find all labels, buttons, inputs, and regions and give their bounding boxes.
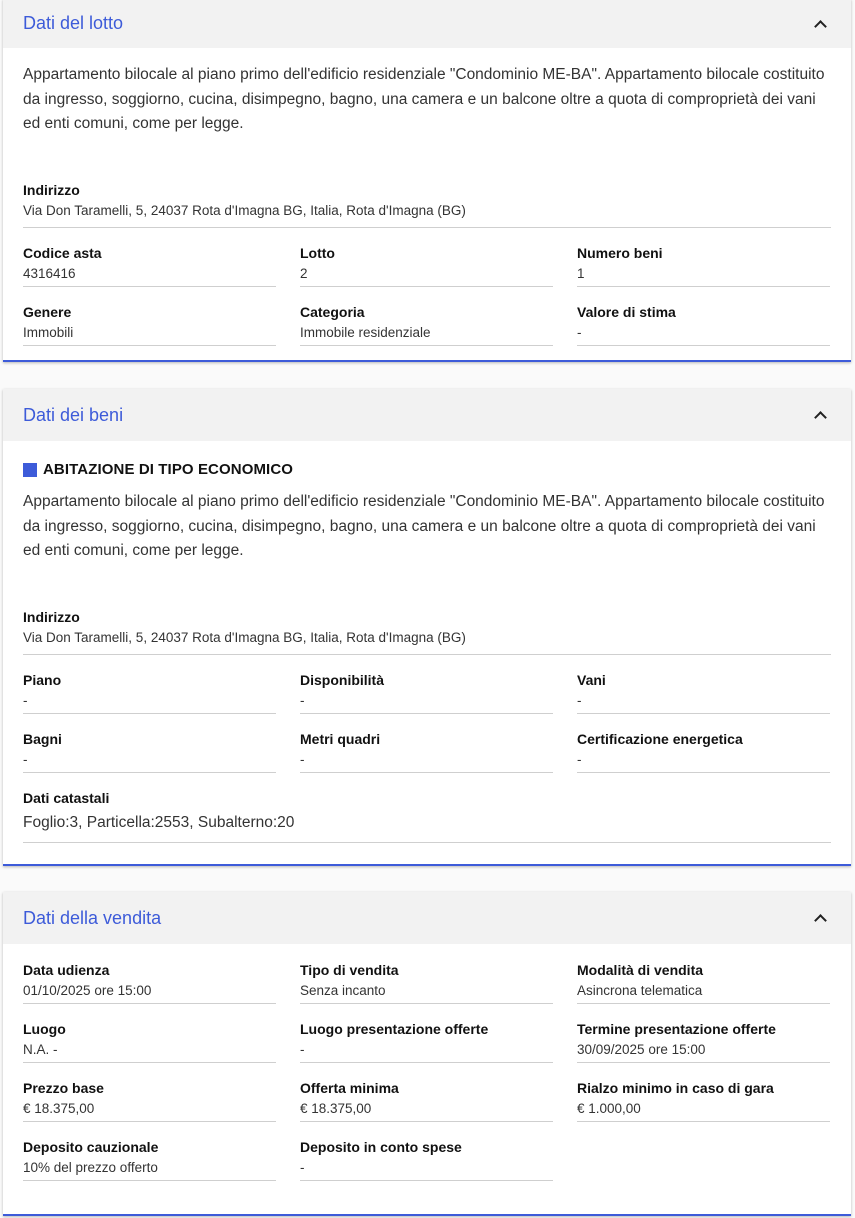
field-label: Modalità di vendita bbox=[577, 962, 704, 978]
field-termine-presentazione: Termine presentazione offerte 30/09/2025… bbox=[577, 1004, 830, 1063]
field-value: 4316416 bbox=[23, 266, 76, 281]
field-data-udienza: Data udienza 01/10/2025 ore 15:00 bbox=[23, 945, 276, 1004]
field-lotto: Lotto 2 bbox=[300, 228, 553, 287]
field-value: - bbox=[577, 752, 582, 767]
field-value: Asincrona telematica bbox=[577, 983, 703, 998]
field-label: Luogo presentazione offerte bbox=[300, 1021, 489, 1037]
field-value: - bbox=[300, 752, 305, 767]
field-value: Senza incanto bbox=[300, 983, 386, 998]
field-label: Numero beni bbox=[577, 245, 663, 261]
field-value: 01/10/2025 ore 15:00 bbox=[23, 983, 152, 998]
field-offerta-minima: Offerta minima € 18.375,00 bbox=[300, 1063, 553, 1122]
field-value: Via Don Taramelli, 5, 24037 Rota d'Imagn… bbox=[23, 203, 466, 218]
field-label: Lotto bbox=[300, 245, 335, 261]
vendita-fields-grid: Data udienza 01/10/2025 ore 15:00 Tipo d… bbox=[23, 945, 831, 1181]
field-value: - bbox=[577, 693, 582, 708]
field-label: Data udienza bbox=[23, 962, 110, 978]
field-value: Immobile residenziale bbox=[300, 325, 431, 340]
field-label: Bagni bbox=[23, 731, 62, 747]
field-genere: Genere Immobili bbox=[23, 287, 276, 346]
field-value: 30/09/2025 ore 15:00 bbox=[577, 1042, 706, 1057]
chevron-up-icon[interactable] bbox=[813, 911, 827, 925]
field-deposito-cauzionale: Deposito cauzionale 10% del prezzo offer… bbox=[23, 1122, 276, 1181]
field-value: Immobili bbox=[23, 325, 74, 340]
field-value: Foglio:3, Particella:2553, Subalterno:20 bbox=[23, 814, 295, 831]
field-label: Codice asta bbox=[23, 245, 102, 261]
field-value: 1 bbox=[577, 266, 585, 281]
bene-dati-catastali: Dati catastali Foglio:3, Particella:2553… bbox=[23, 773, 831, 843]
field-valore-stima: Valore di stima - bbox=[577, 287, 830, 346]
field-numero-beni: Numero beni 1 bbox=[577, 228, 830, 287]
field-value: - bbox=[300, 693, 305, 708]
field-value: € 18.375,00 bbox=[300, 1101, 372, 1116]
field-bagni: Bagni - bbox=[23, 714, 276, 773]
field-rialzo-minimo: Rialzo minimo in caso di gara € 1.000,00 bbox=[577, 1063, 830, 1122]
field-luogo: Luogo N.A. - bbox=[23, 1004, 276, 1063]
panel-header-dati-beni[interactable]: Dati dei beni bbox=[3, 389, 851, 441]
field-value: - bbox=[300, 1160, 305, 1175]
field-value: € 18.375,00 bbox=[23, 1101, 95, 1116]
field-prezzo-base: Prezzo base € 18.375,00 bbox=[23, 1063, 276, 1122]
lotto-fields-grid: Codice asta 4316416 Lotto 2 Numero beni … bbox=[23, 228, 831, 346]
field-value: - bbox=[577, 325, 582, 340]
panel-title: Dati dei beni bbox=[23, 404, 124, 425]
lotto-description: Appartamento bilocale al piano primo del… bbox=[23, 66, 825, 132]
field-luogo-presentazione: Luogo presentazione offerte - bbox=[300, 1004, 553, 1063]
panel-header-dati-lotto[interactable]: Dati del lotto bbox=[3, 0, 851, 48]
field-label: Categoria bbox=[300, 304, 365, 320]
field-label: Deposito in conto spese bbox=[300, 1139, 462, 1155]
field-label: Certificazione energetica bbox=[577, 731, 743, 747]
bene-description: Appartamento bilocale al piano primo del… bbox=[23, 493, 825, 559]
field-label: Metri quadri bbox=[300, 731, 381, 747]
field-label: Indirizzo bbox=[23, 182, 80, 198]
field-certificazione-energetica: Certificazione energetica - bbox=[577, 714, 830, 773]
field-piano: Piano - bbox=[23, 655, 276, 714]
field-deposito-conto-spese: Deposito in conto spese - bbox=[300, 1122, 553, 1181]
field-codice-asta: Codice asta 4316416 bbox=[23, 228, 276, 287]
field-value: - bbox=[23, 693, 28, 708]
field-value: - bbox=[300, 1042, 305, 1057]
field-vani: Vani - bbox=[577, 655, 830, 714]
field-label: Valore di stima bbox=[577, 304, 676, 320]
panel-title: Dati del lotto bbox=[23, 13, 124, 33]
bene-title: ABITAZIONE DI TIPO ECONOMICO bbox=[23, 461, 831, 478]
field-value: 2 bbox=[300, 266, 308, 281]
field-label: Tipo di vendita bbox=[300, 962, 399, 978]
field-label: Prezzo base bbox=[23, 1080, 104, 1096]
bene-title-text: ABITAZIONE DI TIPO ECONOMICO bbox=[43, 461, 294, 478]
field-label: Rialzo minimo in caso di gara bbox=[577, 1080, 774, 1096]
field-value: 10% del prezzo offerto bbox=[23, 1160, 158, 1175]
field-label: Offerta minima bbox=[300, 1080, 399, 1096]
field-label: Disponibilità bbox=[300, 672, 384, 688]
beni-fields-grid: Piano - Disponibilità - Vani - Bagni - M… bbox=[23, 655, 831, 773]
field-modalita-vendita: Modalità di vendita Asincrona telematica bbox=[577, 945, 830, 1004]
field-label: Deposito cauzionale bbox=[23, 1139, 159, 1155]
field-label: Termine presentazione offerte bbox=[577, 1021, 776, 1037]
panel-header-dati-vendita[interactable]: Dati della vendita bbox=[3, 892, 851, 944]
field-tipo-vendita: Tipo di vendita Senza incanto bbox=[300, 945, 553, 1004]
field-disponibilita: Disponibilità - bbox=[300, 655, 553, 714]
field-label: Luogo bbox=[23, 1021, 66, 1037]
chevron-up-icon[interactable] bbox=[813, 17, 827, 31]
field-label: Vani bbox=[577, 672, 606, 688]
field-label: Dati catastali bbox=[23, 790, 110, 806]
field-label: Piano bbox=[23, 672, 62, 688]
bene-square-icon bbox=[23, 462, 37, 477]
field-value: Via Don Taramelli, 5, 24037 Rota d'Imagn… bbox=[23, 630, 466, 645]
panel-dati-vendita: Dati della vendita Data udienza 01/10/20… bbox=[3, 892, 851, 1216]
field-value: - bbox=[23, 752, 28, 767]
field-label: Indirizzo bbox=[23, 609, 80, 625]
chevron-up-icon[interactable] bbox=[813, 408, 827, 422]
field-value: € 1.000,00 bbox=[577, 1101, 641, 1116]
panel-dati-beni: Dati dei beni ABITAZIONE DI TIPO ECONOMI… bbox=[3, 389, 851, 866]
field-metri-quadri: Metri quadri - bbox=[300, 714, 553, 773]
field-value: N.A. - bbox=[23, 1042, 58, 1057]
field-categoria: Categoria Immobile residenziale bbox=[300, 287, 553, 346]
bene-indirizzo: Indirizzo Via Don Taramelli, 5, 24037 Ro… bbox=[23, 598, 831, 655]
field-label: Genere bbox=[23, 304, 72, 320]
lotto-indirizzo: Indirizzo Via Don Taramelli, 5, 24037 Ro… bbox=[23, 171, 831, 228]
panel-dati-lotto: Dati del lotto Appartamento bilocale al … bbox=[3, 0, 851, 362]
panel-title: Dati della vendita bbox=[23, 907, 162, 928]
